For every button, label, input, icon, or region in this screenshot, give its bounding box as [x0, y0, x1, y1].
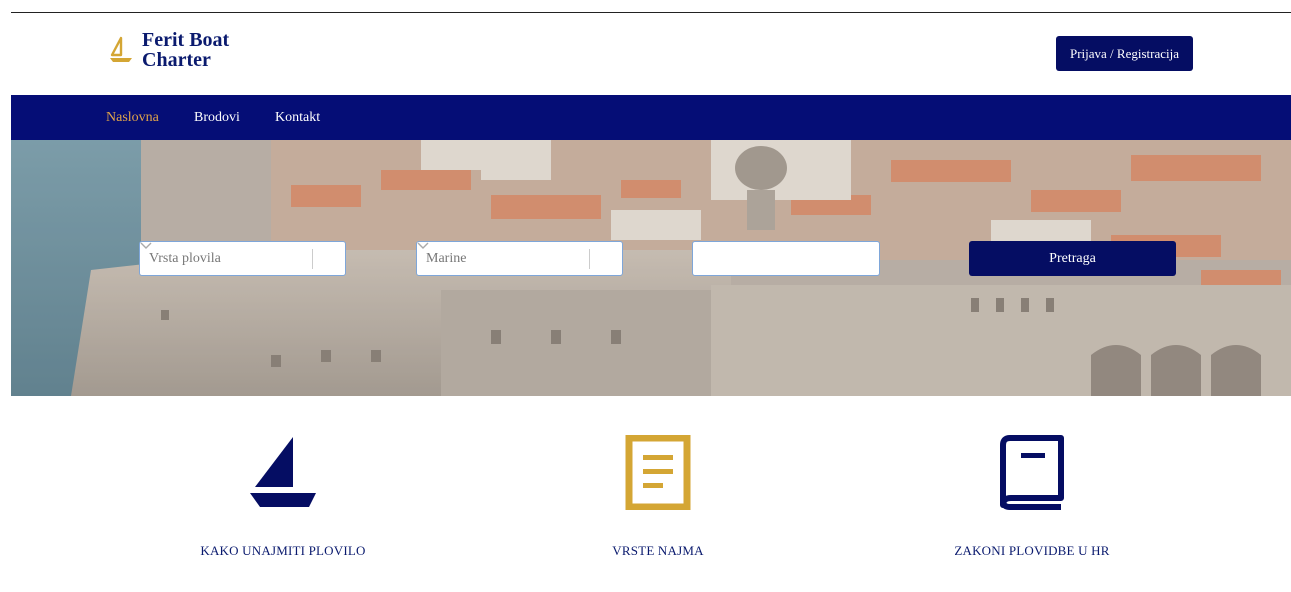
- site-header: Ferit Boat Charter Prijava / Registracij…: [0, 13, 1291, 95]
- nav-item-naslovna[interactable]: Naslovna: [106, 110, 159, 126]
- feature-rental-types[interactable]: VRSTE NAJMA: [508, 435, 808, 559]
- logo-text: Ferit Boat Charter: [142, 30, 229, 70]
- feature-label: VRSTE NAJMA: [612, 543, 704, 558]
- sailboat-icon: [250, 437, 316, 507]
- select-separator: [312, 248, 313, 269]
- nav-item-brodovi[interactable]: Brodovi: [194, 110, 240, 126]
- feature-navigation-laws[interactable]: ZAKONI PLOVIDBE U HR: [882, 435, 1182, 559]
- logo-line-1: Ferit Boat: [142, 29, 230, 51]
- marina-select[interactable]: Marine: [416, 241, 623, 276]
- document-icon: [625, 435, 691, 510]
- marina-placeholder: Marine: [426, 250, 467, 266]
- hero-banner: Vrsta plovila Marine Pretraga: [11, 140, 1291, 396]
- logo-line-2: Charter: [142, 49, 211, 71]
- main-nav: Naslovna Brodovi Kontakt: [11, 95, 1291, 140]
- vessel-type-placeholder: Vrsta plovila: [149, 250, 221, 266]
- sailboat-icon: [110, 36, 132, 62]
- site-logo[interactable]: Ferit Boat Charter: [108, 30, 229, 70]
- search-text-input[interactable]: [692, 241, 880, 276]
- book-icon: [1000, 435, 1064, 510]
- feature-label: KAKO UNAJMITI PLOVILO: [200, 543, 366, 558]
- vessel-type-select[interactable]: Vrsta plovila: [139, 241, 346, 276]
- select-separator: [589, 248, 590, 269]
- nav-item-kontakt[interactable]: Kontakt: [275, 110, 320, 126]
- login-register-button[interactable]: Prijava / Registracija: [1056, 36, 1193, 71]
- feature-label: ZAKONI PLOVIDBE U HR: [954, 543, 1110, 558]
- search-button[interactable]: Pretraga: [969, 241, 1176, 276]
- feature-rent-vessel[interactable]: KAKO UNAJMITI PLOVILO: [133, 435, 433, 559]
